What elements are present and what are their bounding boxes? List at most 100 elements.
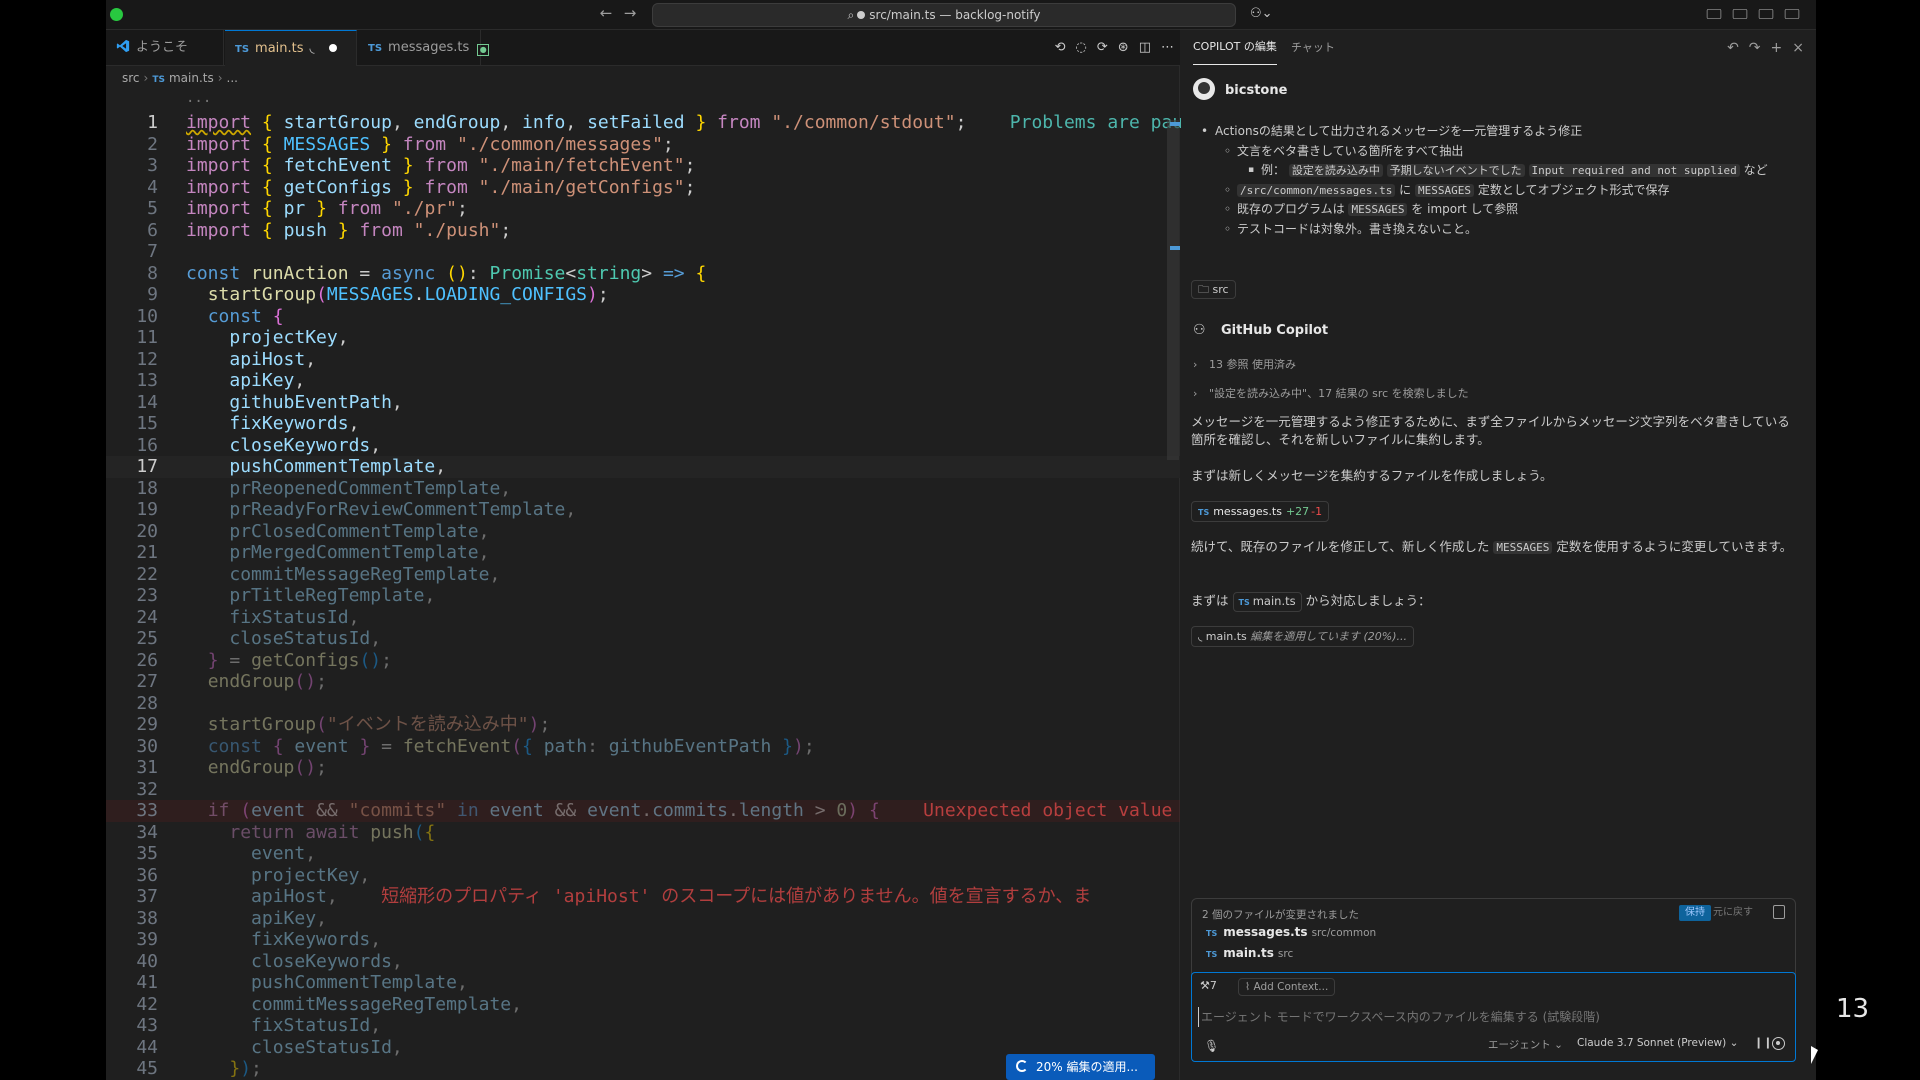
copilot-menu-icon[interactable]: ⚇⌄	[1250, 6, 1273, 21]
tab-main-ts[interactable]: TS main.ts ◟	[225, 30, 357, 66]
more-actions-icon[interactable]: ⋯	[1161, 40, 1174, 55]
apply-edits-progress-button[interactable]: 20% 編集の適用...	[1006, 1054, 1155, 1080]
code-line[interactable]: 8 const runAction = async (): Promise<str…	[106, 263, 1180, 285]
code-line[interactable]: 22 commitMessageRegTemplate,	[106, 564, 1180, 586]
code-line[interactable]: 30 const { event } = fetchEvent({ path: …	[106, 736, 1180, 758]
mode-dropdown[interactable]: エージェント ⌄	[1488, 1037, 1563, 1052]
code-line[interactable]: 20 prClosedCommentTemplate,	[106, 521, 1180, 543]
breadcrumb-folder[interactable]: src	[122, 71, 140, 85]
code-line[interactable]: 34 return await push({	[106, 822, 1180, 844]
code-line[interactable]: 5 import { pr } from "./pr";	[106, 198, 1180, 220]
add-context-button[interactable]: ⌇ Add Context...	[1238, 978, 1336, 996]
code-line[interactable]: 24 fixStatusId,	[106, 607, 1180, 629]
previous-change-icon[interactable]: ◌	[1076, 40, 1087, 55]
code-line[interactable]: 39 fixKeywords,	[106, 929, 1180, 951]
chat-input[interactable]	[1198, 1007, 1788, 1027]
code-line[interactable]: 9 startGroup(MESSAGES.LOADING_CONFIGS);	[106, 284, 1180, 306]
references-toggle[interactable]: › 13 参照 使用済み	[1193, 356, 1296, 372]
breadcrumb-symbol[interactable]: ...	[227, 71, 238, 85]
code-line[interactable]: 23 prTitleRegTemplate,	[106, 585, 1180, 607]
customize-layout-icon[interactable]	[1706, 9, 1722, 19]
vertical-scrollbar[interactable]	[1167, 120, 1179, 460]
split-editor-icon[interactable]: ◫	[1139, 40, 1151, 55]
code-line[interactable]: 11 projectKey,	[106, 327, 1180, 349]
changed-file-item[interactable]: TS messages.ts src/common	[1206, 925, 1376, 939]
code-line[interactable]: 42 commitMessageRegTemplate,	[106, 994, 1180, 1016]
code-line[interactable]: 25 closeStatusId,	[106, 628, 1180, 650]
forward-arrow-icon[interactable]: →	[618, 4, 642, 22]
undo-button[interactable]: 元に戻す	[1709, 905, 1757, 921]
redo-icon[interactable]: ↷	[1749, 30, 1761, 66]
back-arrow-icon[interactable]: ←	[594, 4, 618, 22]
command-center[interactable]: ⌕ src/main.ts — backlog-notify	[652, 3, 1236, 27]
code-line[interactable]: 21 prMergedCommentTemplate,	[106, 542, 1180, 564]
next-change-icon[interactable]: ⟳	[1097, 40, 1108, 55]
unsaved-dot-icon[interactable]	[328, 44, 337, 52]
code-line[interactable]: 26 } = getConfigs();	[106, 650, 1180, 672]
code-line[interactable]: 36 projectKey,	[106, 865, 1180, 887]
code-line[interactable]: 29 startGroup("イベントを読み込み中");	[106, 714, 1180, 736]
window-control-green[interactable]	[110, 8, 123, 21]
search-result-toggle[interactable]: › "設定を読み込み中"、17 結果の src を検索しました	[1193, 385, 1469, 401]
code-line[interactable]: 31 endGroup();	[106, 757, 1180, 779]
code-line[interactable]: 10 const {	[106, 306, 1180, 328]
code-line[interactable]: 35 event,	[106, 843, 1180, 865]
code-line[interactable]: 17 pushCommentTemplate,	[106, 456, 1180, 478]
keep-button[interactable]: 保持	[1679, 905, 1711, 921]
code-line[interactable]: 19 prReadyForReviewCommentTemplate,	[106, 499, 1180, 521]
code-line[interactable]: 16 closeKeywords,	[106, 435, 1180, 457]
code-line[interactable]: 38 apiKey,	[106, 908, 1180, 930]
context-chip-src[interactable]: 🗀 src	[1191, 280, 1236, 299]
code-line[interactable]: 41 pushCommentTemplate,	[106, 972, 1180, 994]
undo-icon[interactable]: ↶	[1727, 30, 1739, 66]
code-line[interactable]: 18 prReopenedCommentTemplate,	[106, 478, 1180, 500]
code-line[interactable]: 32	[106, 779, 1180, 801]
code-area[interactable]: 1 import { startGroup, endGroup, info, se…	[106, 112, 1216, 1080]
code-line[interactable]: 4 import { getConfigs } from "./main/getC…	[106, 177, 1180, 199]
toggle-panel-icon[interactable]	[1758, 9, 1774, 19]
tab-welcome[interactable]: ようこそ	[106, 30, 224, 66]
code-text: fixStatusId,	[186, 1015, 381, 1037]
model-dropdown[interactable]: Claude 3.7 Sonnet (Preview) ⌄	[1577, 1037, 1738, 1049]
close-icon[interactable]: ×	[1792, 30, 1804, 66]
stop-icon[interactable]	[1772, 1037, 1785, 1050]
code-line[interactable]: 27 endGroup();	[106, 671, 1180, 693]
code-line[interactable]: 33 if (event && "commits" in event && ev…	[106, 800, 1205, 822]
view-diff-icon[interactable]	[1773, 905, 1785, 919]
inline-file-reference[interactable]: TS main.ts	[1232, 592, 1302, 612]
toggle-secondary-sidebar-icon[interactable]	[1784, 9, 1800, 19]
code-line[interactable]: 2 import { MESSAGES } from "./common/mess…	[106, 134, 1180, 156]
file-edit-chip-messages[interactable]: TS messages.ts +27 -1	[1191, 501, 1330, 522]
code-line[interactable]: 15 fixKeywords,	[106, 413, 1180, 435]
tab-messages-ts[interactable]: TS messages.ts ●	[358, 30, 490, 66]
code-line[interactable]: 3 import { fetchEvent } from "./main/fetc…	[106, 155, 1180, 177]
code-line[interactable]: 43 fixStatusId,	[106, 1015, 1180, 1037]
tab-label: messages.ts	[388, 40, 470, 55]
breadcrumb-file[interactable]: main.ts	[169, 71, 214, 85]
code-line[interactable]: 14 githubEventPath,	[106, 392, 1180, 414]
code-token: closeKeywords	[251, 950, 392, 972]
new-session-icon[interactable]: +	[1771, 30, 1783, 66]
open-changes-icon[interactable]: ⊛	[1118, 40, 1129, 55]
code-token: prReopenedCommentTemplate,	[229, 478, 511, 499]
tab-chat[interactable]: チャット	[1291, 30, 1335, 66]
code-line[interactable]: 7	[106, 241, 1180, 263]
code-line[interactable]: 12 apiHost,	[106, 349, 1180, 371]
code-token: )	[793, 735, 804, 757]
pause-icon[interactable]: ❙❙	[1754, 1036, 1772, 1049]
code-line[interactable]: 28	[106, 693, 1180, 715]
applying-edits-chip[interactable]: ◟ main.ts 編集を適用しています (20%)...	[1191, 626, 1414, 647]
chevron-right-icon: ›	[1193, 387, 1198, 400]
tools-button[interactable]: ⚒7	[1200, 979, 1217, 992]
timeline-icon[interactable]: ⟲	[1055, 40, 1066, 55]
code-line[interactable]: 13 apiKey,	[106, 370, 1180, 392]
toggle-sidebar-icon[interactable]	[1732, 9, 1748, 19]
code-line[interactable]: 37 apiHost, 短縮形のプロパティ 'apiHost' のスコープには値…	[106, 886, 1180, 908]
code-token: {	[261, 133, 273, 155]
code-line[interactable]: 1 import { startGroup, endGroup, info, se…	[106, 112, 1216, 134]
changed-file-item[interactable]: TS main.ts src	[1206, 946, 1293, 960]
tab-copilot-edits[interactable]: COPILOT の編集	[1193, 30, 1277, 65]
code-line[interactable]: 40 closeKeywords,	[106, 951, 1180, 973]
code-line[interactable]: 6 import { push } from "./push";	[106, 220, 1180, 242]
microphone-icon[interactable]: 🎙	[1204, 1039, 1219, 1053]
